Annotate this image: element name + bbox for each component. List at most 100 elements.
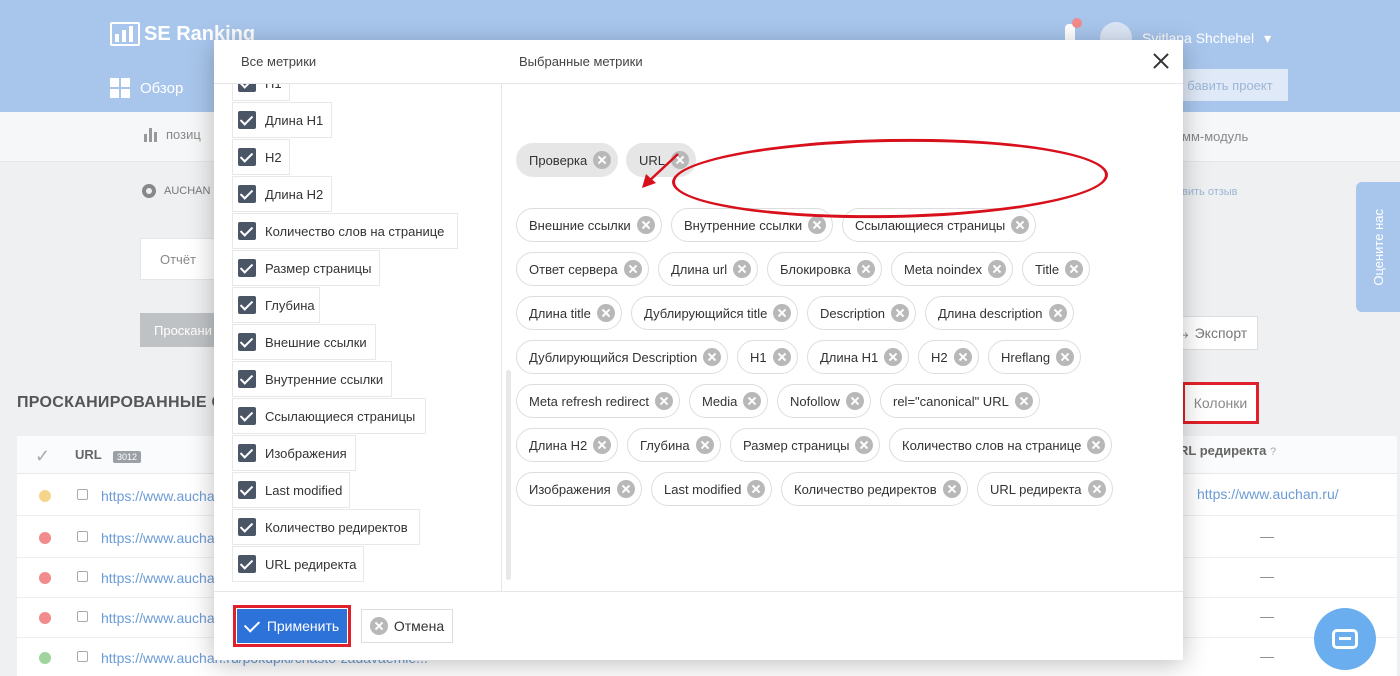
remove-icon[interactable] (703, 348, 722, 366)
metric-checkbox-item[interactable]: Количество слов на странице (232, 213, 458, 249)
metric-checkbox-item[interactable]: Размер страницы (232, 250, 380, 286)
remove-icon[interactable] (1048, 304, 1067, 322)
checkbox-checked-icon[interactable] (238, 111, 256, 129)
selected-metric-chip[interactable]: Длина url (658, 252, 759, 286)
chip-label: H2 (931, 349, 948, 365)
selected-metric-chip[interactable]: Nofollow (777, 384, 871, 418)
checkbox-checked-icon[interactable] (238, 296, 256, 314)
selected-metric-chip[interactable]: Дублирующийся title (631, 296, 799, 330)
remove-icon[interactable] (596, 304, 615, 322)
remove-icon[interactable] (1011, 216, 1030, 234)
chip-label: Изображения (529, 481, 611, 497)
fixed-metric-chip[interactable]: URL (626, 143, 697, 177)
remove-icon[interactable] (743, 392, 762, 410)
selected-metric-chip[interactable]: URL редиректа (977, 472, 1113, 506)
remove-icon[interactable] (1087, 480, 1106, 498)
remove-icon[interactable] (623, 260, 642, 278)
selected-metric-chip[interactable]: Длина H1 (807, 340, 910, 374)
selected-metric-chip[interactable]: Размер страницы (730, 428, 881, 462)
checkbox-checked-icon[interactable] (238, 333, 256, 351)
remove-icon[interactable] (616, 480, 635, 498)
checkbox-checked-icon[interactable] (238, 84, 256, 92)
remove-icon[interactable] (772, 348, 791, 366)
selected-metric-chip[interactable]: Description (807, 296, 917, 330)
checkbox-checked-icon[interactable] (238, 518, 256, 536)
remove-icon[interactable] (671, 151, 690, 169)
remove-icon[interactable] (593, 151, 612, 169)
metric-checkbox-item[interactable]: URL редиректа (232, 546, 364, 582)
remove-icon[interactable] (942, 480, 961, 498)
all-metrics-list[interactable]: H1 Длина H1 H2 Длина H2 Количество слов на с… (214, 84, 502, 591)
remove-icon[interactable] (845, 392, 864, 410)
selected-metric-chip[interactable]: Media (689, 384, 769, 418)
remove-icon[interactable] (953, 348, 972, 366)
checkbox-checked-icon[interactable] (238, 481, 256, 499)
metric-checkbox-item[interactable]: Глубина (232, 287, 320, 323)
checkbox-checked-icon[interactable] (238, 407, 256, 425)
apply-label: Применить (266, 618, 340, 634)
remove-icon[interactable] (747, 480, 766, 498)
selected-metric-chip[interactable]: rel="canonical" URL (880, 384, 1040, 418)
selected-metric-chip[interactable]: Глубина (627, 428, 721, 462)
selected-metric-chip[interactable]: Last modified (651, 472, 773, 506)
remove-icon[interactable] (654, 392, 673, 410)
remove-icon[interactable] (1087, 436, 1106, 454)
remove-icon[interactable] (773, 304, 792, 322)
checkbox-checked-icon[interactable] (238, 555, 256, 573)
selected-metric-chip[interactable]: Внутренние ссылки (671, 208, 834, 242)
remove-icon[interactable] (884, 348, 903, 366)
selected-metric-chip[interactable]: Дублирующийся Description (516, 340, 729, 374)
remove-icon[interactable] (695, 436, 714, 454)
selected-metric-chip[interactable]: Количество слов на странице (889, 428, 1113, 462)
remove-icon[interactable] (636, 216, 655, 234)
check-icon (243, 615, 260, 633)
selected-metric-chip[interactable]: Внешние ссылки (516, 208, 662, 242)
selected-metric-chip[interactable]: H1 (737, 340, 798, 374)
selected-metric-chip[interactable]: Ответ сервера (516, 252, 649, 286)
selected-metric-chip[interactable]: Ссылающиеся страницы (842, 208, 1037, 242)
apply-button[interactable]: Применить (237, 609, 347, 643)
metric-checkbox-item[interactable]: Внутренние ссылки (232, 361, 392, 397)
remove-icon[interactable] (593, 436, 612, 454)
cancel-button[interactable]: Отмена (361, 609, 453, 643)
checkbox-checked-icon[interactable] (238, 222, 256, 240)
metric-checkbox-item[interactable]: H1 (232, 84, 290, 101)
remove-icon[interactable] (1056, 348, 1075, 366)
chip-label: rel="canonical" URL (893, 393, 1009, 409)
selected-metric-chip[interactable]: H2 (918, 340, 979, 374)
metric-checkbox-item[interactable]: Количество редиректов (232, 509, 420, 545)
checkbox-checked-icon[interactable] (238, 148, 256, 166)
remove-icon[interactable] (1065, 260, 1084, 278)
close-icon[interactable] (1152, 52, 1170, 70)
metric-checkbox-item[interactable]: Ссылающиеся страницы (232, 398, 426, 434)
metric-checkbox-item[interactable]: H2 (232, 139, 290, 175)
remove-icon[interactable] (808, 216, 827, 234)
selected-metric-chip[interactable]: Длина description (925, 296, 1074, 330)
checkbox-checked-icon[interactable] (238, 370, 256, 388)
selected-metric-chip[interactable]: Блокировка (767, 252, 882, 286)
remove-icon[interactable] (733, 260, 752, 278)
remove-icon[interactable] (891, 304, 910, 322)
remove-icon[interactable] (1014, 392, 1033, 410)
fixed-metric-chip[interactable]: Проверка (516, 143, 619, 177)
checkbox-checked-icon[interactable] (238, 444, 256, 462)
metric-checkbox-item[interactable]: Last modified (232, 472, 350, 508)
scrollbar[interactable] (506, 370, 511, 580)
selected-metric-chip[interactable]: Длина H2 (516, 428, 619, 462)
selected-metric-chip[interactable]: Изображения (516, 472, 642, 506)
selected-metric-chip[interactable]: Количество редиректов (781, 472, 968, 506)
selected-metric-chip[interactable]: Meta refresh redirect (516, 384, 680, 418)
metric-checkbox-item[interactable]: Длина H1 (232, 102, 332, 138)
remove-icon[interactable] (856, 260, 875, 278)
selected-metric-chip[interactable]: Длина title (516, 296, 622, 330)
checkbox-checked-icon[interactable] (238, 185, 256, 203)
metric-checkbox-item[interactable]: Внешние ссылки (232, 324, 376, 360)
remove-icon[interactable] (988, 260, 1007, 278)
remove-icon[interactable] (855, 436, 874, 454)
selected-metric-chip[interactable]: Title (1022, 252, 1091, 286)
selected-metric-chip[interactable]: Hreflang (988, 340, 1082, 374)
checkbox-checked-icon[interactable] (238, 259, 256, 277)
selected-metric-chip[interactable]: Meta noindex (891, 252, 1014, 286)
metric-checkbox-item[interactable]: Длина H2 (232, 176, 332, 212)
metric-checkbox-item[interactable]: Изображения (232, 435, 356, 471)
